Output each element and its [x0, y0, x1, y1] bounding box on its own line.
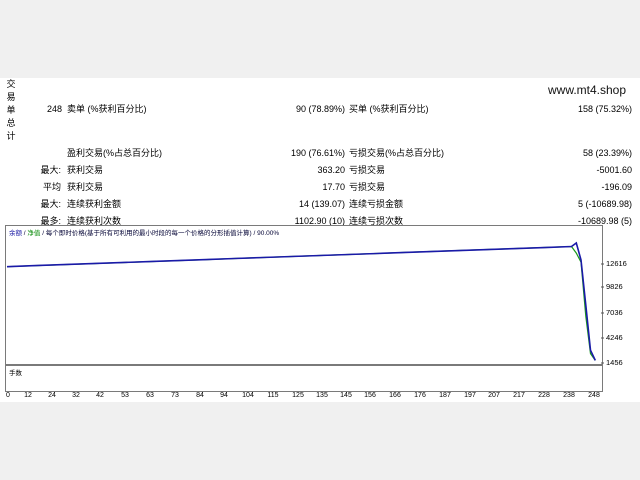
x-tick-label: 84	[196, 392, 204, 399]
x-tick-label: 125	[292, 392, 304, 399]
x-tick-label: 187	[439, 392, 451, 399]
x-tick-label: 32	[72, 392, 80, 399]
x-tick-label: 135	[316, 392, 328, 399]
x-tick-label: 228	[538, 392, 550, 399]
y-tick-label: 12616	[606, 259, 627, 268]
x-tick-label: 104	[242, 392, 254, 399]
y-tick-label: 4246	[606, 333, 623, 342]
volume-label: 手数	[9, 370, 22, 377]
x-tick-label: 24	[48, 392, 56, 399]
x-tick-label: 217	[513, 392, 525, 399]
x-tick-label: 166	[389, 392, 401, 399]
x-tick-label: 0	[6, 392, 10, 399]
y-tick-label: 1456	[606, 358, 623, 367]
x-tick-label: 73	[171, 392, 179, 399]
x-tick-label: 94	[220, 392, 228, 399]
x-tick-label: 156	[364, 392, 376, 399]
x-tick-label: 197	[464, 392, 476, 399]
chart-plot	[6, 241, 604, 390]
x-tick-label: 53	[121, 392, 129, 399]
y-tick-label: 7036	[606, 308, 623, 317]
x-tick-label: 115	[267, 392, 279, 399]
x-tick-label: 63	[146, 392, 154, 399]
x-tick-label: 176	[414, 392, 426, 399]
balance-line	[6, 241, 597, 361]
x-tick-label: 207	[488, 392, 500, 399]
x-tick-label: 42	[96, 392, 104, 399]
x-tick-label: 238	[563, 392, 575, 399]
y-tick-label: 9826	[606, 282, 623, 291]
x-tick-label: 12	[24, 392, 32, 399]
x-tick-label: 248	[588, 392, 600, 399]
volume-chart: 手数	[5, 365, 603, 392]
x-tick-label: 145	[340, 392, 352, 399]
